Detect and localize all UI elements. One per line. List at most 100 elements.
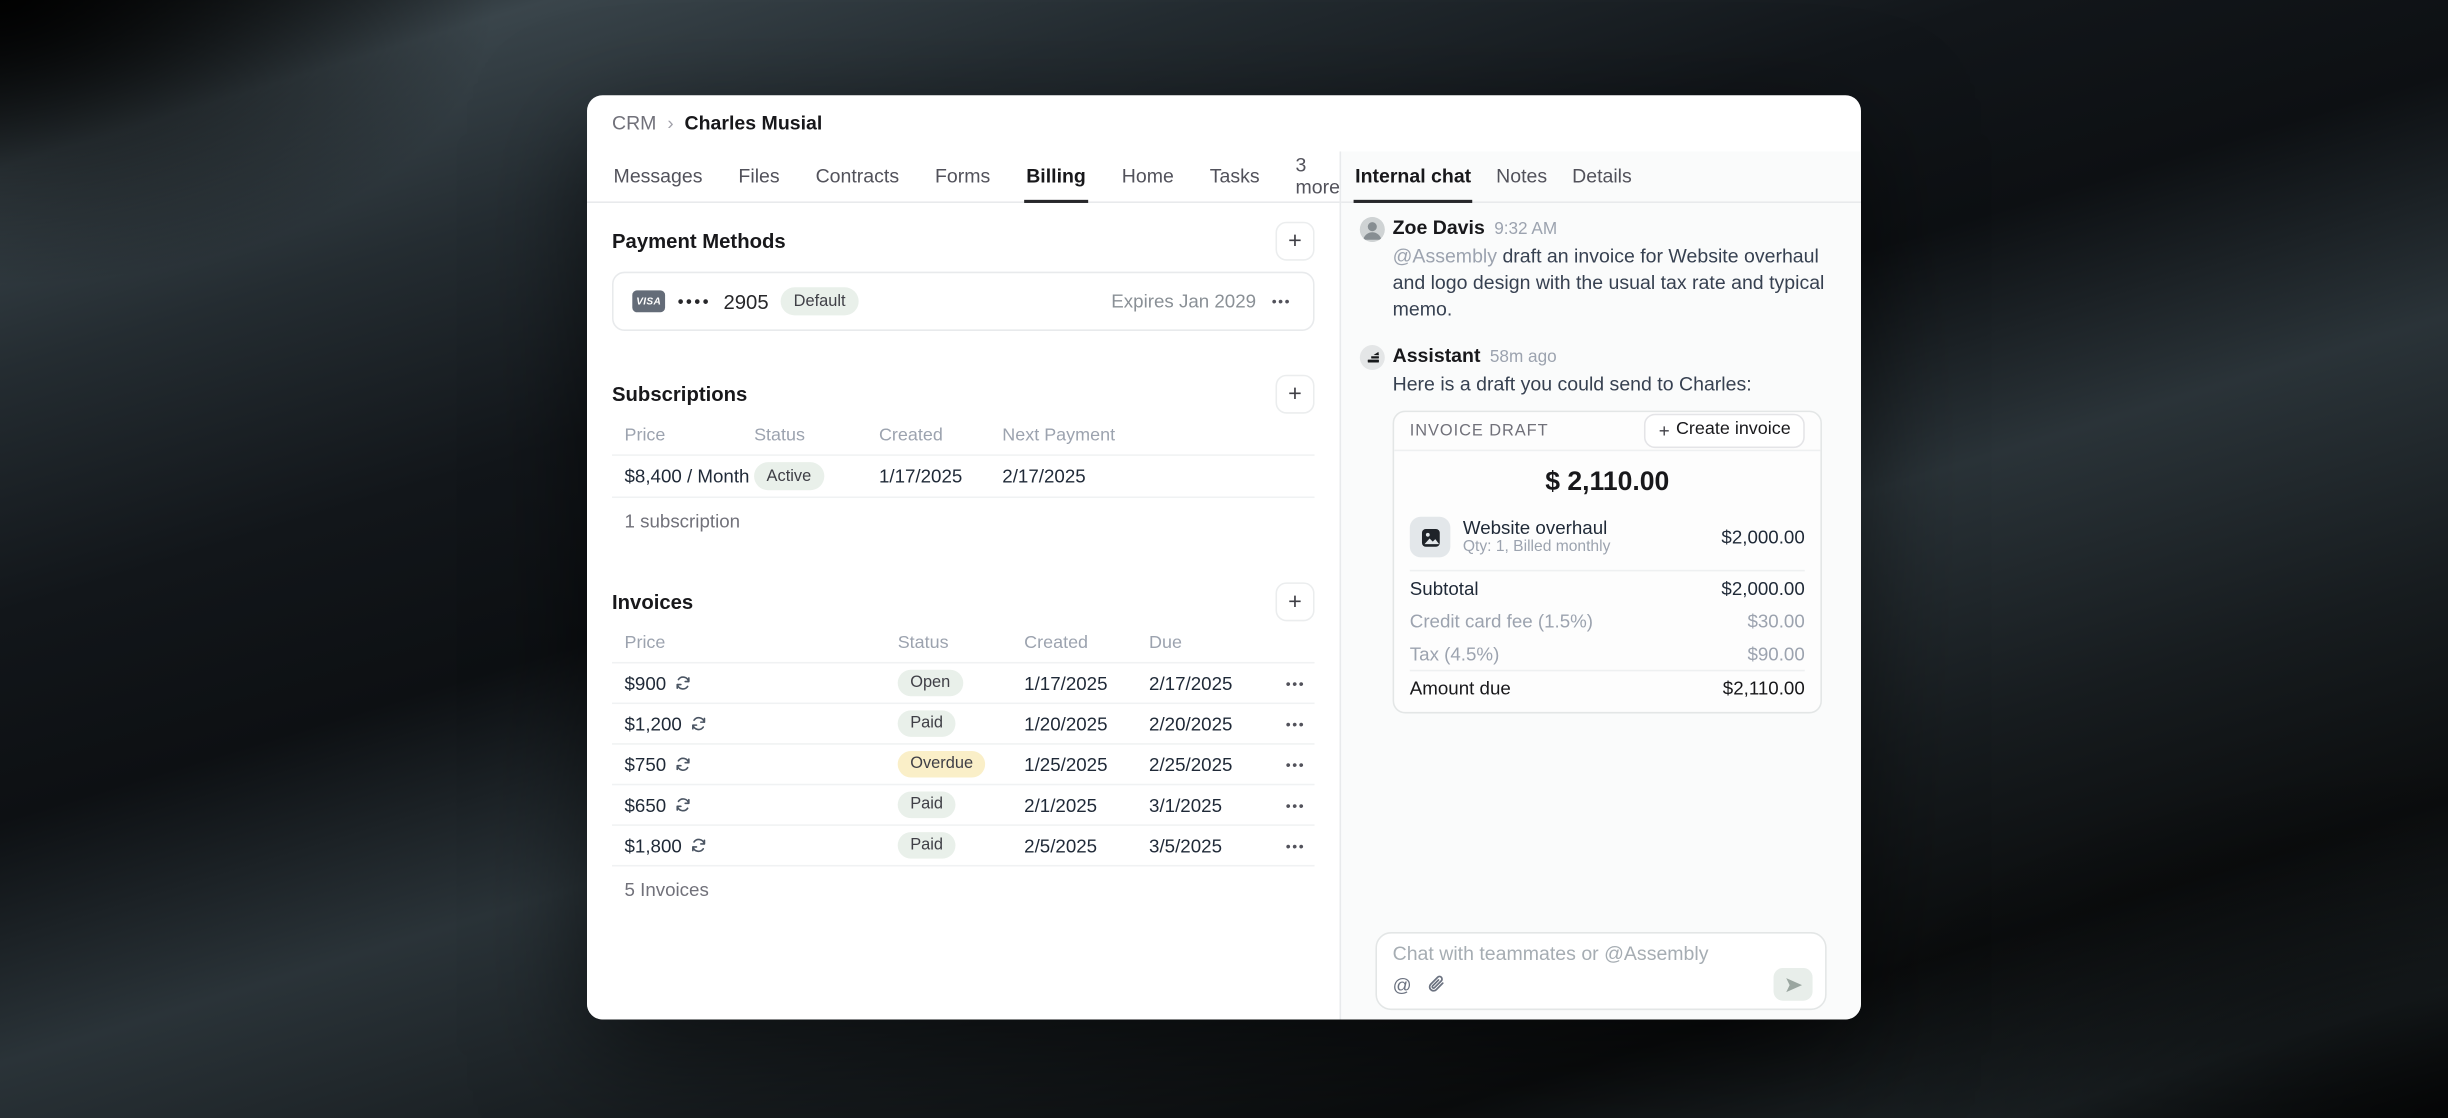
invoice-price: $650 — [624, 794, 666, 816]
tab-files[interactable]: Files — [737, 151, 781, 203]
summary-row: Tax (4.5%) $90.00 — [1394, 637, 1820, 670]
breadcrumb-separator-icon: › — [667, 112, 673, 134]
col-next-payment: Next Payment — [990, 425, 1315, 444]
chat-thread: Zoe Davis 9:32 AM @Assembly draft an inv… — [1341, 203, 1861, 1020]
invoices-header: Invoices + — [612, 579, 1315, 623]
line-item-detail: Qty: 1, Billed monthly — [1463, 539, 1709, 558]
row-menu-button[interactable]: ••• — [1283, 713, 1309, 735]
invoices-title: Invoices — [612, 589, 693, 612]
chat-composer[interactable]: @ — [1375, 932, 1826, 1010]
col-status: Status — [742, 425, 867, 444]
mention[interactable]: @Assembly — [1393, 245, 1497, 267]
tab-home[interactable]: Home — [1120, 151, 1175, 203]
recurring-icon — [674, 796, 691, 813]
subscriptions-count: 1 subscription — [612, 498, 1315, 545]
recurring-icon — [674, 674, 691, 691]
invoice-created: 1/25/2025 — [1012, 753, 1137, 775]
tab-billing[interactable]: Billing — [1025, 151, 1088, 203]
card-expiry: Expires Jan 2029 — [1111, 290, 1256, 312]
tab-details[interactable]: Details — [1571, 151, 1634, 203]
avatar — [1360, 217, 1385, 242]
col-price: Price — [612, 633, 885, 652]
message-time: 58m ago — [1490, 345, 1557, 370]
invoice-row[interactable]: $750 Overdue 1/25/2025 2/25/2025 ••• — [612, 745, 1315, 786]
recurring-icon — [674, 756, 691, 773]
chat-input[interactable] — [1393, 943, 1813, 968]
recurring-icon — [690, 715, 707, 732]
invoice-draft-label: INVOICE DRAFT — [1410, 422, 1549, 441]
payment-methods-header: Payment Methods + — [612, 219, 1315, 263]
main-panel: Messages Files Contracts Forms Billing H… — [587, 151, 1340, 1019]
payment-method-card[interactable]: VISA •••• 2905 Default Expires Jan 2029 … — [612, 272, 1315, 331]
summary-label: Subtotal — [1410, 577, 1479, 599]
subscription-price: $8,400 / Month — [612, 465, 742, 487]
tab-notes[interactable]: Notes — [1495, 151, 1549, 203]
add-invoice-button[interactable]: + — [1276, 582, 1315, 621]
attachment-icon[interactable] — [1427, 974, 1446, 994]
invoices-table: Price Status Created Due $900 — [612, 623, 1315, 913]
line-item-amount: $2,000.00 — [1721, 526, 1804, 548]
add-subscription-button[interactable]: + — [1276, 374, 1315, 413]
invoices-table-header: Price Status Created Due — [612, 623, 1315, 664]
desktop-background: CRM › Charles Musial Messages Files Cont… — [0, 0, 2448, 1118]
invoice-due: 3/1/2025 — [1137, 794, 1268, 816]
row-menu-button[interactable]: ••• — [1283, 672, 1309, 694]
mention-icon[interactable]: @ — [1393, 973, 1412, 995]
invoice-created: 1/17/2025 — [1012, 672, 1137, 694]
invoice-created: 2/1/2025 — [1012, 794, 1137, 816]
row-menu-button[interactable]: ••• — [1283, 794, 1309, 816]
tab-more-label: 3 more — [1296, 154, 1343, 198]
status-badge: Paid — [898, 710, 956, 737]
col-price: Price — [612, 425, 742, 444]
image-placeholder-icon — [1410, 517, 1451, 558]
tab-internal-chat[interactable]: Internal chat — [1354, 151, 1473, 203]
message-time: 9:32 AM — [1494, 217, 1557, 242]
summary-label: Tax (4.5%) — [1410, 642, 1500, 664]
create-invoice-label: Create invoice — [1676, 420, 1791, 442]
invoice-row[interactable]: $650 Paid 2/1/2025 3/1/2025 ••• — [612, 785, 1315, 826]
summary-label: Credit card fee (1.5%) — [1410, 610, 1593, 632]
visa-icon: VISA — [632, 290, 665, 312]
amount-due-value: $2,110.00 — [1723, 678, 1805, 700]
invoice-due: 2/25/2025 — [1137, 753, 1268, 775]
panel-tabs: Internal chat Notes Details — [1341, 151, 1861, 203]
status-badge: Paid — [898, 832, 956, 859]
send-button[interactable] — [1774, 968, 1813, 1001]
subscription-created: 1/17/2025 — [866, 465, 989, 487]
subscription-row[interactable]: $8,400 / Month Active 1/17/2025 2/17/202… — [612, 456, 1315, 498]
message-text: @Assembly draft an invoice for Website o… — [1393, 244, 1830, 324]
create-invoice-button[interactable]: + Create invoice — [1645, 413, 1805, 448]
side-panel: Internal chat Notes Details — [1340, 151, 1861, 1019]
payment-method-menu-button[interactable]: ••• — [1269, 290, 1295, 312]
invoice-row[interactable]: $900 Open 1/17/2025 2/17/2025 ••• — [612, 664, 1315, 705]
add-payment-method-button[interactable]: + — [1276, 221, 1315, 260]
row-menu-button[interactable]: ••• — [1283, 753, 1309, 775]
summary-row: Credit card fee (1.5%) $30.00 — [1394, 604, 1820, 637]
chat-message: Assistant 58m ago Here is a draft you co… — [1360, 343, 1842, 713]
subscriptions-header: Subscriptions + — [612, 372, 1315, 416]
tab-messages[interactable]: Messages — [612, 151, 704, 203]
invoice-row[interactable]: $1,200 Paid 1/20/2025 2/20/2025 ••• — [612, 704, 1315, 745]
col-due: Due — [1137, 633, 1268, 652]
invoice-row[interactable]: $1,800 Paid 2/5/2025 3/5/2025 ••• — [612, 826, 1315, 867]
tab-tasks[interactable]: Tasks — [1208, 151, 1261, 203]
tab-forms[interactable]: Forms — [933, 151, 991, 203]
invoice-due: 3/5/2025 — [1137, 834, 1268, 856]
breadcrumb: CRM › Charles Musial — [587, 95, 1861, 151]
assistant-avatar — [1360, 345, 1385, 370]
person-photo-icon — [1360, 217, 1385, 242]
message-author: Zoe Davis — [1393, 215, 1485, 240]
invoice-created: 1/20/2025 — [1012, 713, 1137, 735]
invoice-price: $750 — [624, 753, 666, 775]
tab-contracts[interactable]: Contracts — [814, 151, 901, 203]
subscriptions-title: Subscriptions — [612, 382, 747, 405]
plus-icon: + — [1659, 420, 1670, 442]
breadcrumb-root[interactable]: CRM — [612, 112, 656, 134]
amount-due-label: Amount due — [1410, 678, 1511, 700]
col-status: Status — [885, 633, 1011, 652]
subscriptions-table: Price Status Created Next Payment $8,400… — [612, 415, 1315, 545]
chat-message: Zoe Davis 9:32 AM @Assembly draft an inv… — [1360, 215, 1842, 323]
row-menu-button[interactable]: ••• — [1283, 834, 1309, 856]
status-badge: Active — [754, 462, 824, 489]
invoices-count: 5 Invoices — [612, 866, 1315, 913]
